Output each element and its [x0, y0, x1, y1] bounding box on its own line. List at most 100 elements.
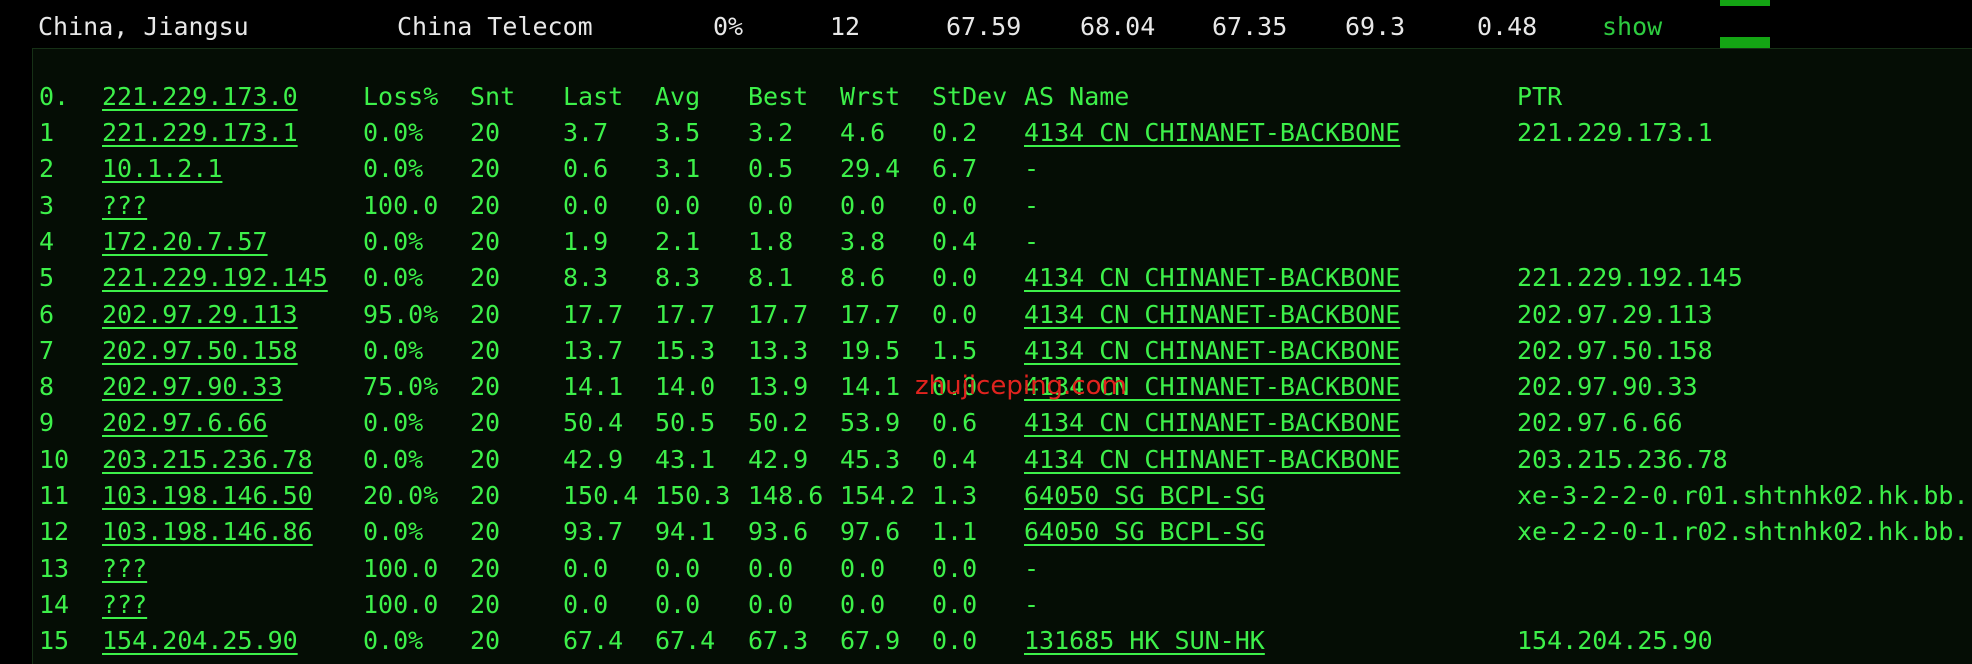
- hop-asname-link[interactable]: 4134 CN CHINANET-BACKBONE: [1024, 442, 1400, 478]
- hop-avg: 2.1: [655, 226, 701, 256]
- target-host-link[interactable]: 221.229.173.0: [102, 79, 298, 115]
- hop-stdev: 0.0: [932, 299, 978, 329]
- hop-asname-link[interactable]: 4134 CN CHINANET-BACKBONE: [1024, 405, 1400, 441]
- hop-asname-link[interactable]: 4134 CN CHINANET-BACKBONE: [1024, 297, 1400, 333]
- hop-asname-link[interactable]: 4134 CN CHINANET-BACKBONE: [1024, 115, 1400, 151]
- hop-asname-link[interactable]: 4134 CN CHINANET-BACKBONE: [1024, 260, 1400, 296]
- hop-ptr: 221.229.173.1: [1517, 118, 1713, 147]
- hop-loss: 0.0%: [363, 626, 424, 656]
- hop-stdev: 0.0: [932, 589, 978, 619]
- hop-last: 50.4: [563, 408, 624, 438]
- hop-ptr: 202.97.6.66: [1517, 408, 1683, 438]
- hop-loss: 0.0%: [363, 517, 424, 547]
- table-row: 4 172.20.7.57 0.0% 20 1.9 2.1 1.8 3.8 0.4 -: [33, 224, 1972, 260]
- hop-worst: 3.8: [840, 226, 886, 256]
- table-header-row: 0. 221.229.173.0 Loss% Snt Last Avg Best…: [33, 79, 1972, 115]
- hop-sent: 20: [470, 444, 501, 474]
- table-row: 9 202.97.6.66 0.0% 20 50.4 50.5 50.2 53.9 0.6 413…: [33, 405, 1972, 441]
- table-row: 11 103.198.146.50 20.0% 20 150.4 150.3 148.6 15…: [33, 478, 1972, 514]
- hop-avg: 3.5: [655, 118, 701, 147]
- hop-best: 42.9: [748, 444, 809, 474]
- hop-asname: -: [1024, 226, 1040, 256]
- hop-sent: 20: [470, 517, 501, 547]
- show-button[interactable]: show: [1602, 10, 1662, 44]
- hop-stdev: 6.7: [932, 154, 978, 184]
- hop-stdev: 1.3: [932, 481, 978, 510]
- hop-best: 1.8: [748, 226, 794, 256]
- hop-host-link[interactable]: 202.97.50.158: [102, 333, 298, 369]
- mtr-output-panel[interactable]: 0. 221.229.173.0 Loss% Snt Last Avg Best…: [32, 48, 1972, 664]
- hop-host-link[interactable]: 202.97.90.33: [102, 369, 283, 405]
- hop-number: 6: [39, 299, 55, 329]
- hop-host-link[interactable]: 103.198.146.86: [102, 514, 313, 550]
- hop-avg: 43.1: [655, 444, 716, 474]
- hop-ptr: 202.97.50.158: [1517, 335, 1713, 365]
- col-snt-header: Snt: [470, 82, 516, 111]
- hop-asname-link[interactable]: 4134 CN CHINANET-BACKBONE: [1024, 333, 1400, 369]
- hop-worst: 19.5: [840, 335, 901, 365]
- hop-host-link[interactable]: 202.97.6.66: [102, 405, 268, 441]
- hop-asname-link[interactable]: 64050 SG BCPL-SG: [1024, 514, 1265, 550]
- hop-last: 8.3: [563, 263, 609, 293]
- hop-worst: 0.0: [840, 190, 886, 220]
- hop-avg: 0.0: [655, 190, 701, 220]
- hop-number: 13: [39, 553, 70, 583]
- hop-host-link[interactable]: 154.204.25.90: [102, 623, 298, 659]
- hop-host-link[interactable]: 103.198.146.50: [102, 478, 313, 514]
- hop-best: 93.6: [748, 517, 809, 547]
- hop-last: 0.0: [563, 553, 609, 583]
- hop-ptr: 154.204.25.90: [1517, 626, 1713, 656]
- hop-number: 2: [39, 154, 55, 184]
- hop-sent: 20: [470, 589, 501, 619]
- hop-last: 0.0: [563, 190, 609, 220]
- hop-best: 50.2: [748, 408, 809, 438]
- summary-best: 67.35: [1212, 12, 1288, 41]
- hop-loss: 0.0%: [363, 263, 424, 293]
- hop-worst: 8.6: [840, 263, 886, 293]
- hop-best: 67.3: [748, 626, 809, 656]
- table-row: 13??? 100.0 20 0.0 0.0 0.0 0.0 0.0 -: [33, 551, 1972, 587]
- summary-last: 67.59: [946, 12, 1022, 41]
- hop-asname-link[interactable]: 64050 SG BCPL-SG: [1024, 478, 1265, 514]
- hop-best: 3.2: [748, 118, 794, 147]
- hop-ptr: 221.229.192.145: [1517, 263, 1743, 293]
- hop-loss: 0.0%: [363, 154, 424, 184]
- hop-sent: 20: [470, 408, 501, 438]
- hop-asname: -: [1024, 190, 1040, 220]
- hop-number: 15: [39, 626, 70, 656]
- hop-last: 13.7: [563, 335, 624, 365]
- hop-last: 3.7: [563, 118, 609, 147]
- hop-asname-link[interactable]: 131685 HK SUN-HK: [1024, 623, 1265, 659]
- col-wrst-header: Wrst: [840, 82, 901, 111]
- hop-sent: 20: [470, 263, 501, 293]
- hop-host-link[interactable]: 203.215.236.78: [102, 442, 313, 478]
- hop-asname: -: [1024, 589, 1040, 619]
- hop-host-link[interactable]: 221.229.192.145: [102, 260, 328, 296]
- hop-avg: 3.1: [655, 154, 701, 184]
- hop-loss: 0.0%: [363, 335, 424, 365]
- table-row: 3??? 100.0 20 0.0 0.0 0.0 0.0 0.0 -: [33, 188, 1972, 224]
- hop-host-link[interactable]: 172.20.7.57: [102, 224, 268, 260]
- table-row: 1 221.229.173.1 0.0% 20 3.7 3.5 3.2 4.6 0.2 4134 …: [33, 115, 1972, 151]
- hop-last: 14.1: [563, 372, 624, 402]
- hop-stdev: 0.0: [932, 263, 978, 293]
- col-loss-header: Loss%: [363, 82, 439, 111]
- col-hop-header: 0.: [39, 82, 70, 111]
- hop-number: 3: [39, 190, 55, 220]
- table-row: 7 202.97.50.158 0.0% 20 13.7 15.3 13.3 19.5 1.5 4…: [33, 333, 1972, 369]
- hop-host-link[interactable]: 10.1.2.1: [102, 151, 222, 187]
- hop-worst: 4.6: [840, 118, 886, 147]
- hop-avg: 67.4: [655, 626, 716, 656]
- hop-number: 7: [39, 335, 55, 365]
- hop-worst: 53.9: [840, 408, 901, 438]
- hop-host-link[interactable]: 221.229.173.1: [102, 115, 298, 151]
- hop-best: 0.0: [748, 589, 794, 619]
- hop-host-link[interactable]: ???: [102, 551, 147, 587]
- hop-loss: 0.0%: [363, 118, 424, 147]
- hop-host-link[interactable]: ???: [102, 188, 147, 224]
- hop-host-link[interactable]: 202.97.29.113: [102, 297, 298, 333]
- table-row: 2 10.1.2.1 0.0% 20 0.6 3.1 0.5 29.4 6.7 -: [33, 151, 1972, 187]
- hop-number: 9: [39, 408, 55, 438]
- hop-host-link[interactable]: ???: [102, 587, 147, 623]
- hop-stdev: 1.5: [932, 335, 978, 365]
